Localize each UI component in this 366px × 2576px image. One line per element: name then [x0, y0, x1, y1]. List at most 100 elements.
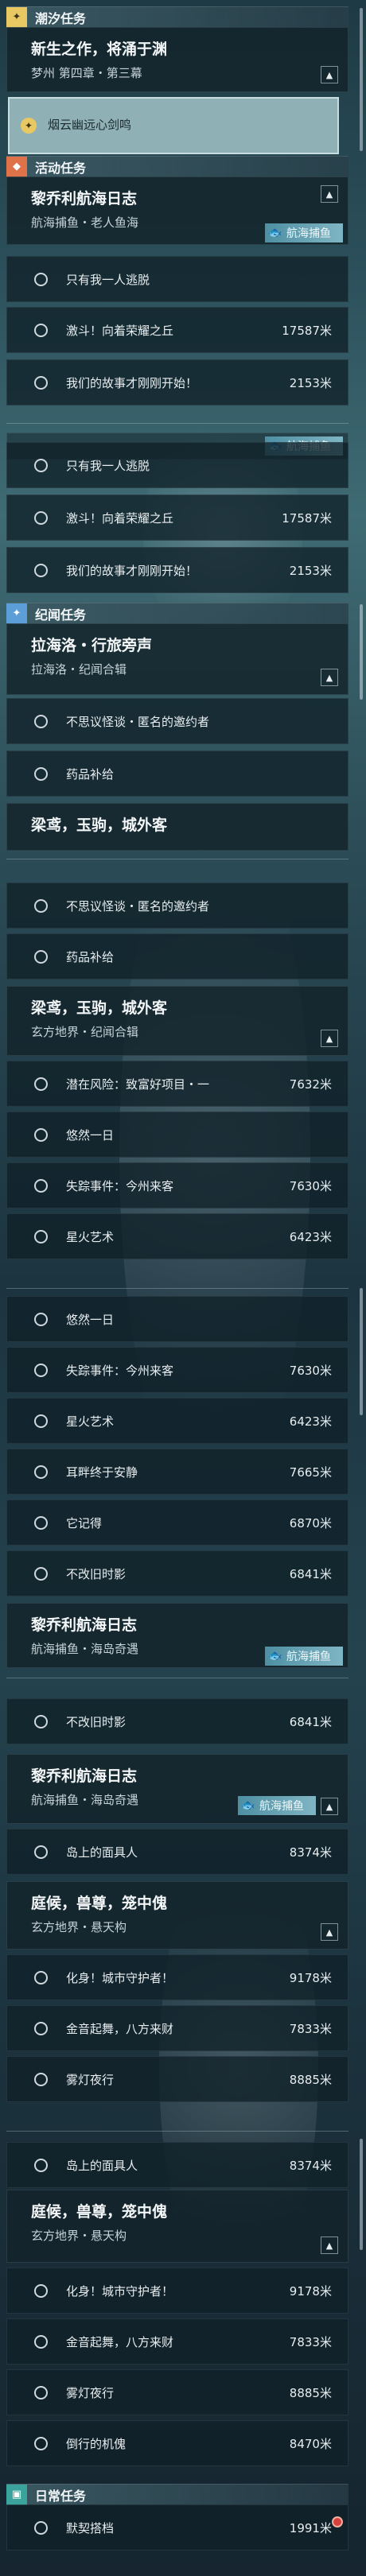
chevron-up-icon[interactable]: ▲ [321, 1798, 338, 1815]
quest-row[interactable]: 不改旧时影 6841米 [6, 1698, 348, 1744]
quest-row[interactable]: 失踪事件：今州来客 7630米 [6, 1347, 348, 1393]
quest-row[interactable]: 药品补给 [6, 933, 348, 980]
quest-row[interactable]: 我们的故事才刚刚开始！ 2153米 [6, 359, 348, 405]
quest-row[interactable]: 岛上的面具人 8374米 [6, 1829, 348, 1875]
quest-row[interactable]: 不改旧时影 6841米 [6, 1550, 348, 1596]
notification-dot-icon [332, 2516, 343, 2528]
circle-icon [34, 376, 48, 390]
quest-row[interactable]: 只有我一人逃脱 [6, 256, 348, 302]
quest-row[interactable]: 激斗！向着荣耀之丘 17587米 [6, 495, 348, 541]
chevron-up-icon[interactable]: ▲ [321, 2237, 338, 2254]
quest-row[interactable]: 默契搭档 1991米 [6, 2504, 348, 2551]
circle-icon [34, 2284, 48, 2298]
circle-icon [34, 2159, 48, 2172]
activity-icon: ◆ [6, 156, 27, 177]
quest-row[interactable]: 星火艺术 6423米 [6, 1213, 348, 1259]
quest-row[interactable]: 激斗！向着荣耀之丘 17587米 [6, 307, 348, 353]
circle-icon [34, 1567, 48, 1581]
quest-title: 新生之作，将涌于渊 [31, 41, 168, 58]
circle-icon [34, 2386, 48, 2399]
circle-icon [34, 950, 48, 964]
circle-icon [34, 767, 48, 781]
circle-icon [34, 899, 48, 913]
tracking-quest-panel[interactable]: ✦ 烟云幽远心剑鸣 [8, 97, 339, 154]
chevron-up-icon[interactable]: ▲ [321, 185, 338, 203]
circle-icon [34, 1230, 48, 1243]
quest-card-lijiao[interactable]: 黎乔利航海日志 航海捕鱼・老人鱼海 ▲ 🐟 航海捕鱼 [6, 177, 348, 245]
circle-icon [34, 1465, 48, 1479]
circle-icon [34, 2022, 48, 2035]
quest-card-liangyuan[interactable]: 梁鸢，玉驹，城外客 玄方地界・纪闻合辑 ▲ [6, 986, 348, 1056]
quest-row[interactable]: 不思议怪谈・匿名的邀约者 [6, 883, 348, 929]
circle-icon [34, 1715, 48, 1728]
quest-row[interactable]: 只有我一人逃脱 [6, 442, 348, 488]
circle-icon [34, 1845, 48, 1859]
chevron-up-icon[interactable]: ▲ [321, 66, 338, 83]
circle-icon [34, 2437, 48, 2450]
quest-row[interactable]: 悠然一日 [6, 1111, 348, 1158]
quest-row[interactable]: 化身！城市守护者！ 9178米 [6, 2268, 348, 2314]
circle-icon [34, 1077, 48, 1091]
quest-row[interactable]: 不思议怪谈・匿名的邀约者 [6, 698, 348, 744]
fish-icon: 🐟 [268, 1650, 282, 1662]
calendar-icon: ▣ [6, 2484, 27, 2505]
circle-icon [34, 564, 48, 577]
section-main-quest[interactable]: ✦ 潮汐任务 [6, 6, 348, 28]
circle-icon [34, 459, 48, 472]
quest-row[interactable]: 悠然一日 [6, 1296, 348, 1342]
star-icon: ✦ [6, 603, 27, 624]
quest-row[interactable]: 它记得 6870米 [6, 1499, 348, 1546]
section-chronicle-quest[interactable]: ✦ 纪闻任务 [6, 603, 348, 624]
quest-row[interactable]: 药品补给 [6, 751, 348, 797]
scrollbar[interactable] [360, 8, 363, 151]
circle-icon [34, 324, 48, 337]
tracking-quest-label: 烟云幽远心剑鸣 [48, 118, 132, 132]
quest-row[interactable]: 失踪事件：今州来客 7630米 [6, 1162, 348, 1208]
quest-row[interactable]: 金音起舞，八方来财 7833米 [6, 2318, 348, 2365]
quest-row[interactable]: 耳畔终于安静 7665米 [6, 1449, 348, 1495]
circle-icon [34, 1414, 48, 1428]
quest-card-tinghou[interactable]: 庭候，兽尊，笼中傀 玄方地界・悬天构 ▲ [6, 2190, 348, 2263]
star-icon: ✦ [6, 6, 27, 28]
quest-row[interactable]: 岛上的面具人 8374米 [6, 2142, 348, 2188]
quest-row[interactable]: 金音起舞，八方来财 7833米 [6, 2005, 348, 2051]
circle-icon [34, 511, 48, 525]
quest-row[interactable]: 雾灯夜行 8885米 [6, 2369, 348, 2415]
quest-row[interactable]: 雾灯夜行 8885米 [6, 2056, 348, 2102]
circle-icon [34, 273, 48, 286]
quest-row[interactable]: 潜在风险：致富好项目・一 7632米 [6, 1061, 348, 1107]
circle-icon [34, 1313, 48, 1326]
fish-icon: 🐟 [268, 227, 282, 239]
section-activity-quest[interactable]: ◆ 活动任务 [6, 156, 348, 177]
chevron-up-icon[interactable]: ▲ [321, 1923, 338, 1941]
quest-card-lijiao[interactable]: 黎乔利航海日志 航海捕鱼・海岛奇遇 🐟 航海捕鱼 [6, 1603, 348, 1668]
circle-icon [34, 2521, 48, 2535]
section-daily-quest[interactable]: ▣ 日常任务 [6, 2484, 348, 2505]
circle-icon [34, 2073, 48, 2086]
chevron-up-icon[interactable]: ▲ [321, 669, 338, 686]
quest-row[interactable]: 化身！城市守护者！ 9178米 [6, 1954, 348, 2000]
quest-subtitle: 梦州 第四章・第三幕 [31, 66, 142, 80]
fishing-tag: 🐟航海捕鱼 [238, 1796, 316, 1815]
quest-card-main[interactable]: 新生之作，将涌于渊 梦州 第四章・第三幕 ▲ [6, 27, 348, 92]
quest-card-tinghou[interactable]: 庭候，兽尊，笼中傀 玄方地界・悬天构 ▲ [6, 1881, 348, 1949]
quest-card-liangyuan[interactable]: 梁鸢，玉驹，城外客 [6, 803, 348, 851]
circle-icon [34, 2335, 48, 2349]
scrollbar[interactable] [360, 1288, 363, 1415]
circle-icon [34, 715, 48, 728]
scrollbar[interactable] [360, 604, 363, 700]
quest-row[interactable]: 我们的故事才刚刚开始！ 2153米 [6, 547, 348, 593]
quest-row[interactable]: 倒行的机傀 8470米 [6, 2420, 348, 2466]
chevron-up-icon[interactable]: ▲ [321, 1030, 338, 1047]
quest-row[interactable]: 星火艺术 6423米 [6, 1398, 348, 1444]
circle-icon [34, 1971, 48, 1984]
scrollbar[interactable] [360, 2139, 363, 2250]
quest-card-lijiao[interactable]: 黎乔利航海日志 航海捕鱼・海岛奇遇 ▲ 🐟 航海捕鱼 [6, 1754, 348, 1824]
fishing-tag: 🐟航海捕鱼 [265, 1647, 343, 1666]
circle-icon [34, 1516, 48, 1530]
quest-card-lahailuo[interactable]: 拉海洛・行旅旁声 拉海洛・纪闻合辑 ▲ [6, 623, 348, 695]
circle-icon [34, 1179, 48, 1193]
circle-icon [34, 1128, 48, 1142]
circle-icon [34, 1364, 48, 1377]
fishing-tag: 🐟航海捕鱼 [265, 223, 343, 242]
